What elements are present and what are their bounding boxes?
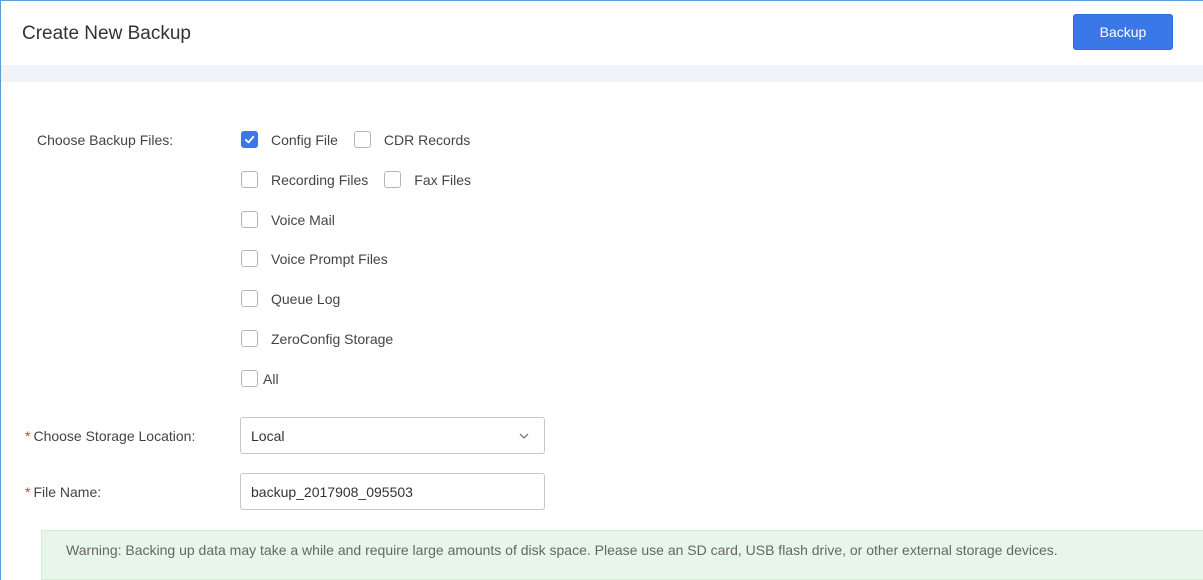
warning-text: Warning: Backing up data may take a whil… [66,542,1058,558]
queue-log-label[interactable]: Queue Log [271,291,340,307]
checkbox-row-6: ZeroConfig Storage [241,330,409,347]
checkmark-icon [244,135,255,144]
page-title: Create New Backup [22,23,191,44]
voice-prompt-files-checkbox[interactable] [241,250,258,267]
checkbox-row-1: Config File CDR Records [241,131,486,148]
recording-files-checkbox[interactable] [241,171,258,188]
all-label[interactable]: All [263,371,279,387]
header-divider-band [1,65,1203,82]
zeroconfig-storage-checkbox[interactable] [241,330,258,347]
fax-files-label[interactable]: Fax Files [414,172,471,188]
cdr-records-label[interactable]: CDR Records [384,132,470,148]
checkbox-row-5: Queue Log [241,290,356,307]
backup-files-label: Choose Backup Files: [37,132,174,148]
cdr-records-checkbox[interactable] [353,131,371,148]
checkbox-row-2: Recording Files Fax Files [241,171,487,188]
storage-location-value: Local [251,427,285,444]
page-header: Create New Backup Backup [1,1,1203,65]
storage-location-select[interactable]: Local [240,417,545,454]
storage-location-label-text: Choose Storage Location: [33,428,196,444]
window-frame [0,0,1203,580]
file-name-label: * File Name: [25,484,101,500]
checkbox-row-7: All [241,370,295,387]
warning-banner: Warning: Backing up data may take a whil… [41,530,1203,580]
file-name-label-text: File Name: [33,484,102,500]
checkbox-row-4: Voice Prompt Files [241,250,404,267]
required-mark: * [25,484,31,500]
checkbox-row-3: Voice Mail [241,211,351,228]
queue-log-checkbox[interactable] [241,290,258,307]
all-checkbox[interactable] [241,370,258,387]
config-file-checkbox[interactable] [241,131,258,148]
recording-files-label[interactable]: Recording Files [271,172,368,188]
backup-button[interactable]: Backup [1073,14,1173,50]
voice-mail-label[interactable]: Voice Mail [271,212,335,228]
voice-mail-checkbox[interactable] [241,211,258,228]
chevron-down-icon [519,433,529,439]
storage-location-label: * Choose Storage Location: [25,428,195,444]
fax-files-checkbox[interactable] [384,171,402,188]
config-file-label[interactable]: Config File [271,132,338,148]
file-name-input[interactable] [240,473,545,510]
voice-prompt-files-label[interactable]: Voice Prompt Files [271,251,388,267]
zeroconfig-storage-label[interactable]: ZeroConfig Storage [271,331,393,347]
required-mark: * [25,428,31,444]
